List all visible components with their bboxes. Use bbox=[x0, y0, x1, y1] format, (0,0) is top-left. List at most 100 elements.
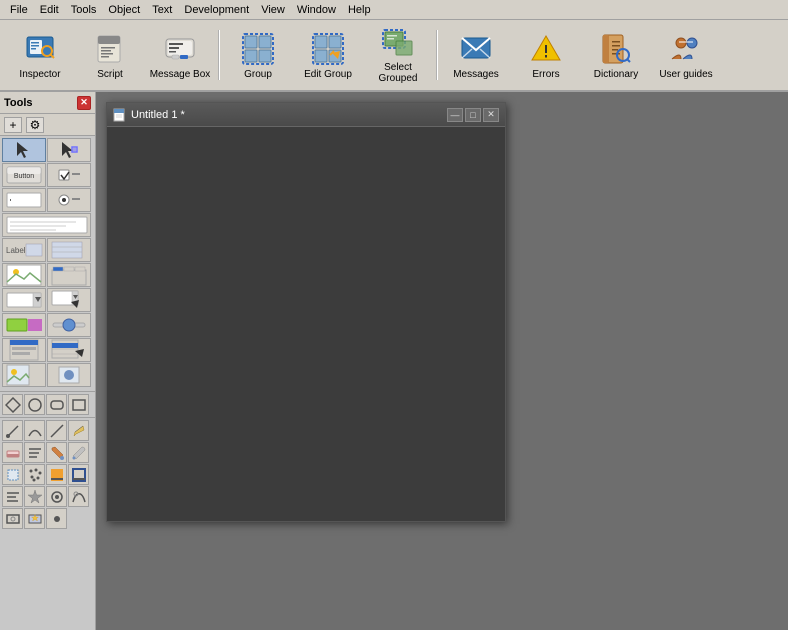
menu-edit[interactable]: Edit bbox=[34, 2, 65, 18]
point-tool[interactable] bbox=[46, 508, 67, 529]
tab-tool[interactable] bbox=[47, 263, 91, 287]
track-tool[interactable] bbox=[47, 313, 91, 337]
message-box-button[interactable]: Message Box bbox=[146, 23, 214, 87]
text-list-tool[interactable] bbox=[24, 442, 45, 463]
listbox-cursor-tool[interactable] bbox=[47, 338, 91, 362]
document-minimize-button[interactable]: — bbox=[447, 108, 463, 122]
tool-row-6 bbox=[2, 263, 93, 287]
toolbar-separator-2 bbox=[436, 30, 438, 80]
svg-text:Button: Button bbox=[14, 173, 34, 180]
document-window: Untitled 1 * — □ ✕ bbox=[106, 102, 506, 522]
text-lines-tool[interactable] bbox=[2, 486, 23, 507]
document-maximize-button[interactable]: □ bbox=[465, 108, 481, 122]
button-tool[interactable]: Button bbox=[2, 163, 46, 187]
tool-grid: Button bbox=[0, 136, 95, 389]
messages-label: Messages bbox=[453, 69, 499, 80]
circle-shape-tool[interactable] bbox=[24, 394, 45, 415]
menu-help[interactable]: Help bbox=[342, 2, 377, 18]
textfield-tool[interactable] bbox=[2, 188, 46, 212]
script-button[interactable]: Script bbox=[76, 23, 144, 87]
line-tool[interactable] bbox=[46, 420, 67, 441]
messages-button[interactable]: Messages bbox=[442, 23, 510, 87]
svg-text:Label:: Label: bbox=[6, 246, 28, 255]
cursor-combobox-tool[interactable] bbox=[47, 288, 91, 312]
move-tool[interactable] bbox=[47, 138, 91, 162]
paint-tool[interactable] bbox=[46, 442, 67, 463]
rect-b-tool[interactable] bbox=[2, 508, 23, 529]
document-canvas[interactable] bbox=[107, 127, 505, 521]
canvas-area[interactable]: Untitled 1 * — □ ✕ bbox=[96, 92, 788, 630]
menu-object[interactable]: Object bbox=[102, 2, 146, 18]
shape-tools bbox=[0, 391, 95, 417]
rect-shape-tool[interactable] bbox=[68, 394, 89, 415]
document-titlebar: Untitled 1 * — □ ✕ bbox=[107, 103, 505, 127]
eyedropper-tool[interactable] bbox=[68, 442, 89, 463]
fill-b-tool[interactable] bbox=[24, 508, 45, 529]
pen-b-tool[interactable] bbox=[46, 486, 67, 507]
fill-color-tool[interactable] bbox=[46, 464, 67, 485]
diamond-shape-tool[interactable] bbox=[2, 394, 23, 415]
curve-b-tool[interactable] bbox=[68, 486, 89, 507]
menu-file[interactable]: File bbox=[4, 2, 34, 18]
tool-row-10 bbox=[2, 363, 93, 387]
scroll-tool[interactable] bbox=[2, 338, 46, 362]
pen-tool[interactable] bbox=[2, 420, 23, 441]
tools-add-button[interactable]: + bbox=[4, 117, 22, 133]
group-button[interactable]: Group bbox=[224, 23, 292, 87]
user-guides-button[interactable]: User guides bbox=[652, 23, 720, 87]
star-tool[interactable] bbox=[24, 486, 45, 507]
tool-row-1 bbox=[2, 138, 93, 162]
edit-group-button[interactable]: Edit Group bbox=[294, 23, 362, 87]
select-grouped-button[interactable]: Select Grouped bbox=[364, 23, 432, 87]
square-region-tool[interactable] bbox=[2, 464, 23, 485]
menu-text[interactable]: Text bbox=[146, 2, 178, 18]
eraser-tool[interactable] bbox=[2, 442, 23, 463]
tools-settings-button[interactable]: ⚙ bbox=[26, 117, 44, 133]
radio-tool[interactable] bbox=[47, 188, 91, 212]
messagebox-icon bbox=[162, 31, 198, 67]
userguides-icon bbox=[668, 31, 704, 67]
document-close-button[interactable]: ✕ bbox=[483, 108, 499, 122]
curve-tool[interactable] bbox=[24, 420, 45, 441]
main-area: Tools ✕ + ⚙ bbox=[0, 92, 788, 630]
pointer-tool[interactable] bbox=[2, 138, 46, 162]
tools-actions-bar: + ⚙ bbox=[0, 114, 95, 136]
dictionary-button[interactable]: Dictionary bbox=[582, 23, 650, 87]
list-tool[interactable] bbox=[47, 238, 91, 262]
label-tool[interactable]: Label: bbox=[2, 238, 46, 262]
toolbar-separator-1 bbox=[218, 30, 220, 80]
user-guides-label: User guides bbox=[659, 69, 712, 80]
checkbox-tool[interactable] bbox=[47, 163, 91, 187]
menu-tools[interactable]: Tools bbox=[65, 2, 103, 18]
combobox-tool[interactable] bbox=[2, 288, 46, 312]
document-icon bbox=[113, 108, 127, 122]
inspector-label: Inspector bbox=[19, 69, 60, 80]
color-tool[interactable] bbox=[2, 313, 46, 337]
message-box-label: Message Box bbox=[150, 69, 211, 80]
document-title: Untitled 1 * bbox=[131, 109, 445, 121]
menu-view[interactable]: View bbox=[255, 2, 291, 18]
tools-panel: Tools ✕ + ⚙ bbox=[0, 92, 96, 630]
errors-button[interactable]: Errors bbox=[512, 23, 580, 87]
stroke-color-tool[interactable] bbox=[68, 464, 89, 485]
image-tool[interactable] bbox=[2, 263, 46, 287]
tools-close-button[interactable]: ✕ bbox=[77, 96, 91, 110]
icon-tool[interactable] bbox=[47, 363, 91, 387]
select-grouped-label: Select Grouped bbox=[367, 62, 429, 84]
draw-tools bbox=[0, 417, 95, 531]
menu-window[interactable]: Window bbox=[291, 2, 342, 18]
script-icon bbox=[92, 31, 128, 67]
toolbar: Inspector Script bbox=[0, 20, 788, 92]
pencil-tool[interactable] bbox=[68, 420, 89, 441]
scatter-tool[interactable] bbox=[24, 464, 45, 485]
inspector-button[interactable]: Inspector bbox=[6, 23, 74, 87]
errors-label: Errors bbox=[532, 69, 559, 80]
script-label: Script bbox=[97, 69, 123, 80]
menu-development[interactable]: Development bbox=[178, 2, 255, 18]
rounded-rect-shape-tool[interactable] bbox=[46, 394, 67, 415]
textarea-tool[interactable] bbox=[2, 213, 91, 237]
errors-icon bbox=[528, 31, 564, 67]
tools-panel-title: Tools bbox=[4, 97, 77, 109]
picture-tool[interactable] bbox=[2, 363, 46, 387]
tool-row-4 bbox=[2, 213, 93, 237]
